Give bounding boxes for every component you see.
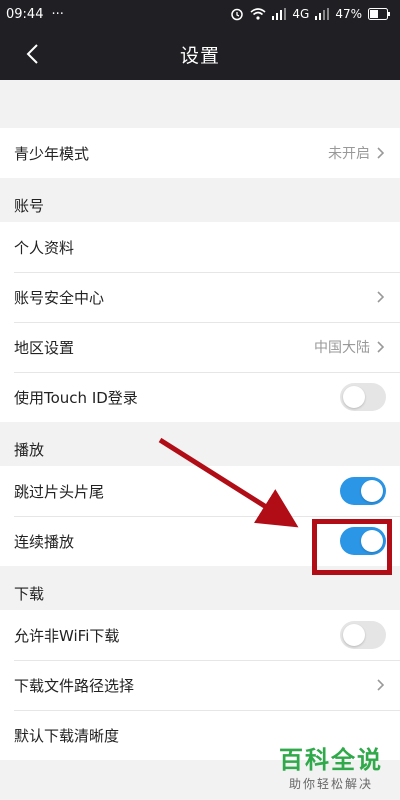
skip-intro-toggle[interactable] (340, 477, 386, 505)
status-bar: 09:44 ··· 4G 47% (0, 0, 400, 28)
youth-mode-label: 青少年模式 (14, 144, 90, 163)
chevron-right-icon (376, 340, 386, 354)
toggle-knob (361, 530, 383, 552)
watermark-title: 百科全说 (279, 746, 383, 774)
settings-list: 青少年模式 未开启 账号 个人资料 账号安全中心 地区设置 中国大陆 使用Tou… (0, 80, 400, 760)
touch-id-toggle[interactable] (340, 383, 386, 411)
autoplay-toggle[interactable] (340, 527, 386, 555)
touch-id-label: 使用Touch ID登录 (14, 388, 138, 407)
skip-intro-row: 跳过片头片尾 (0, 466, 400, 516)
status-more: ··· (51, 6, 64, 22)
signal-icon-2 (315, 8, 330, 20)
region-row[interactable]: 地区设置 中国大陆 (0, 322, 400, 372)
region-label: 地区设置 (14, 338, 75, 357)
profile-label: 个人资料 (14, 238, 75, 257)
chevron-right-icon (376, 678, 386, 692)
signal-icon (272, 8, 287, 20)
youth-mode-value: 未开启 (328, 146, 370, 162)
security-center-row[interactable]: 账号安全中心 (0, 272, 400, 322)
autoplay-label: 连续播放 (14, 532, 75, 551)
chevron-left-icon (26, 44, 38, 64)
section-header-account: 账号 (0, 178, 400, 222)
skip-intro-label: 跳过片头片尾 (14, 482, 105, 501)
alarm-icon (230, 7, 244, 21)
touch-id-row: 使用Touch ID登录 (0, 372, 400, 422)
chevron-right-icon (376, 290, 386, 304)
page-title: 设置 (179, 44, 220, 67)
autoplay-row: 连续播放 (0, 516, 400, 566)
non-wifi-download-row: 允许非WiFi下载 (0, 610, 400, 660)
section-header-playback: 播放 (0, 422, 400, 466)
section-header-download: 下载 (0, 566, 400, 610)
back-button[interactable] (18, 40, 46, 68)
toggle-knob (361, 480, 383, 502)
non-wifi-download-toggle[interactable] (340, 621, 386, 649)
region-value: 中国大陆 (314, 340, 370, 356)
top-spacer (0, 80, 400, 128)
toggle-knob (343, 386, 365, 408)
profile-row[interactable]: 个人资料 (0, 222, 400, 272)
chevron-right-icon (376, 146, 386, 160)
wifi-icon (250, 8, 266, 20)
battery-icon (368, 8, 390, 20)
youth-mode-row[interactable]: 青少年模式 未开启 (0, 128, 400, 178)
watermark-subtitle: 助你轻松解决 (288, 777, 373, 791)
download-path-row[interactable]: 下载文件路径选择 (0, 660, 400, 710)
network-type: 4G (292, 7, 310, 21)
battery-percent: 47% (335, 7, 362, 21)
status-time: 09:44 (6, 6, 44, 22)
watermark: 百科全说 助你轻松解决 (272, 740, 390, 792)
security-center-label: 账号安全中心 (14, 288, 105, 307)
download-path-label: 下载文件路径选择 (14, 676, 135, 695)
non-wifi-download-label: 允许非WiFi下载 (14, 626, 120, 645)
toggle-knob (343, 624, 365, 646)
nav-bar: 设置 (0, 28, 400, 80)
